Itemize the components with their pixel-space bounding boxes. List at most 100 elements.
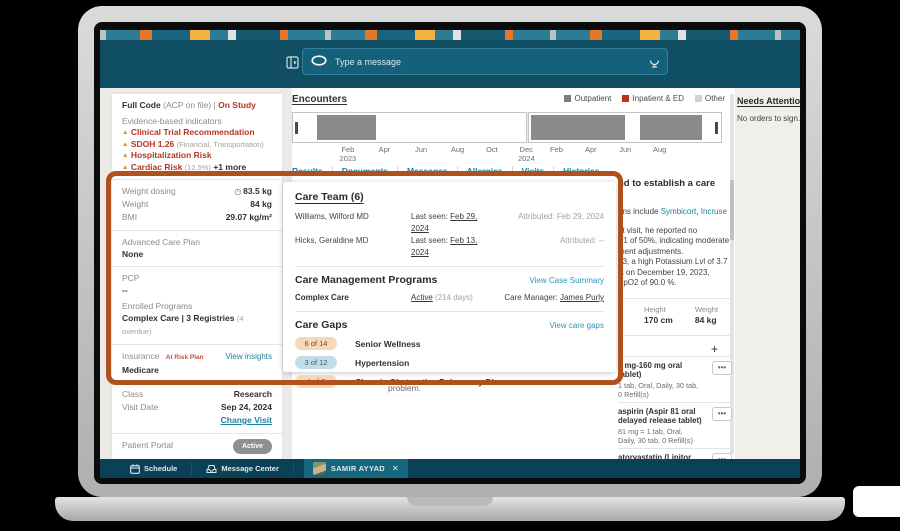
legend-swatch: [564, 95, 572, 102]
view-case-summary-link[interactable]: View Case Summary: [529, 276, 604, 285]
indicators-heading: Evidence-based indicators: [122, 116, 222, 126]
advanced-care-plan-section: Advanced Care Plan None: [112, 231, 282, 267]
more-indicators-link[interactable]: +1 more: [213, 162, 246, 172]
needs-attention-title[interactable]: Needs Attention (: [737, 96, 800, 106]
add-button[interactable]: +: [618, 342, 732, 356]
provider-name: Williams, Wilford MD: [295, 212, 369, 221]
pcp-enrolled-section: PCP -- Enrolled Programs Complex Care | …: [112, 267, 282, 345]
app-screen: Full Code (ACP on file) | On Study Evide…: [100, 30, 800, 478]
tab-messages[interactable]: Messages: [398, 166, 458, 176]
vitals-row: Height 170 cm Weight 84 kg: [618, 305, 732, 326]
medications-sentence: ons include Symbicort, Incruse: [618, 207, 727, 216]
timeline-period-divider: [526, 112, 530, 143]
care-gap-row[interactable]: 6 of 14 Senior Wellness: [295, 337, 604, 350]
height-vital: Height 170 cm: [644, 304, 673, 326]
patient-tab-samir-ayyad[interactable]: SAMIR AYYAD ✕: [303, 459, 408, 478]
bottom-taskbar: Schedule Message Center SAMIR AYYAD ✕: [100, 459, 800, 478]
care-management-title: Care Management Programs: [295, 274, 438, 286]
indicator-hospitalization[interactable]: ▲ Hospitalization Risk: [122, 150, 272, 162]
care-team-row: Williams, Wilford MD Last seen: Feb 29, …: [295, 212, 604, 233]
timeline-months: Feb 2023 Apr Jun Aug Oct Dec 2024 Feb Apr Jun Aug: [292, 145, 722, 164]
view-care-gaps-link[interactable]: View care gaps: [549, 321, 604, 330]
workflow-right-column: nd to establish a care ons include Symbi…: [618, 178, 732, 460]
timeline-track[interactable]: [293, 113, 721, 142]
visit-section: Class Research Visit Date Sep 24, 2024 C…: [112, 383, 282, 434]
needs-attention-panel: Needs Attention ( No orders to sign.: [737, 96, 800, 123]
note-text: at visit, he reported no V1 of 50%, indi…: [618, 225, 730, 288]
care-team-title[interactable]: Care Team (6): [295, 191, 604, 203]
tab-documents[interactable]: Documents: [333, 166, 399, 176]
workflow-heading-fragment: nd to establish a care: [618, 178, 716, 189]
indicator-sdoh[interactable]: ▲ SDOH 1.26 (Financial, Transportation): [122, 139, 272, 151]
inbox-icon: [206, 464, 217, 474]
divider: [295, 266, 604, 267]
timeline-month-label: Jun: [414, 145, 428, 154]
divider: [618, 334, 732, 336]
schedule-button[interactable]: Schedule: [100, 459, 191, 478]
microphone-icon[interactable]: [649, 53, 660, 69]
indicator-cardiac[interactable]: ▲ Cardiac Risk (12.5%) +1 more: [122, 162, 272, 174]
code-status: Full Code: [122, 100, 161, 110]
encounters-title[interactable]: Encounters: [292, 94, 347, 105]
encounters-legend: Outpatient Inpatient & ED Other: [564, 94, 725, 103]
app-header: [100, 40, 800, 88]
legend-inpatient-ed: Inpatient & ED: [622, 94, 684, 103]
care-program-row: Complex Care Active (214 days) Care Mana…: [295, 293, 604, 302]
message-center-button[interactable]: Message Center: [192, 459, 293, 478]
separator: |: [213, 100, 216, 110]
care-manager-link[interactable]: James Purly: [560, 293, 604, 302]
provider-name: Hicks, Geraldine MD: [295, 236, 369, 245]
indicator-clinical-trial[interactable]: ▲ Clinical Trial Recommendation: [122, 127, 272, 139]
timeline-segment: [530, 115, 625, 140]
timeline-month-label: Aug: [652, 145, 667, 154]
assistant-logo-icon: [311, 55, 327, 66]
measurements-section: Weight dosing ◷ 83.5 kg Weight 84 kg BMI …: [112, 180, 282, 231]
on-study-flag: On Study: [218, 100, 256, 110]
chart-tabs: Results Documents Messages Allergies Vis…: [292, 166, 608, 176]
legend-other: Other: [694, 94, 725, 103]
timeline-left-handle[interactable]: [295, 122, 298, 134]
timeline-month-label: Apr: [378, 145, 391, 154]
weight-dosing-row: Weight dosing ◷ 83.5 kg: [122, 186, 272, 196]
row-actions-button[interactable]: •••: [712, 406, 732, 421]
weight-row: Weight 84 kg: [122, 199, 272, 209]
warning-triangle-icon: ▲: [122, 152, 129, 159]
incruse-link[interactable]: Incruse: [701, 207, 727, 216]
care-gap-row[interactable]: 3 of 12 Hypertension: [295, 356, 604, 369]
code-status-section: Full Code (ACP on file) | On Study Evide…: [112, 94, 282, 180]
timeline-month-label: Aug: [450, 145, 465, 154]
laptop-base: [55, 497, 845, 521]
warning-triangle-icon: ▲: [122, 140, 129, 148]
message-input[interactable]: [302, 48, 668, 75]
patient-avatar: [312, 462, 326, 475]
gap-count-badge: 4 of 8: [295, 375, 337, 388]
close-icon[interactable]: ✕: [392, 464, 399, 473]
symbicort-link[interactable]: Symbicort: [661, 207, 697, 216]
panel-toggle-icon[interactable]: [286, 56, 299, 69]
program-status-link[interactable]: Active: [411, 293, 433, 302]
callout-box: [853, 486, 900, 517]
encounters-timeline[interactable]: [292, 112, 722, 143]
laptop-base-notch: [407, 497, 493, 506]
tab-results[interactable]: Results: [292, 166, 333, 176]
tab-allergies[interactable]: Allergies: [458, 166, 513, 176]
warning-triangle-icon: ▲: [122, 129, 129, 136]
insurance-section: Insurance At Risk Plan View insights Med…: [112, 345, 282, 383]
care-gap-row[interactable]: 4 of 8 Chronic Obstructive Pulmonary Dis…: [295, 375, 604, 388]
timeline-month-label: Feb 2023: [339, 145, 357, 163]
calendar-icon: [130, 463, 140, 474]
care-gaps-title: Care Gaps: [295, 319, 348, 331]
legend-swatch: [622, 95, 630, 102]
legend-swatch: [694, 95, 702, 102]
view-insights-link[interactable]: View insights: [225, 350, 272, 363]
change-visit-link[interactable]: Change Visit: [221, 415, 272, 425]
timeline-right-handle[interactable]: [715, 122, 718, 134]
divider: [295, 311, 604, 312]
patient-summary-sidebar: Full Code (ACP on file) | On Study Evide…: [112, 94, 282, 460]
class-row: Class Research: [122, 389, 272, 399]
tab-visits[interactable]: Visits: [513, 166, 555, 176]
divider: [292, 462, 294, 475]
row-actions-button[interactable]: •••: [712, 360, 732, 375]
gap-count-badge: 6 of 14: [295, 337, 337, 350]
tab-histories[interactable]: Histories: [554, 166, 608, 176]
